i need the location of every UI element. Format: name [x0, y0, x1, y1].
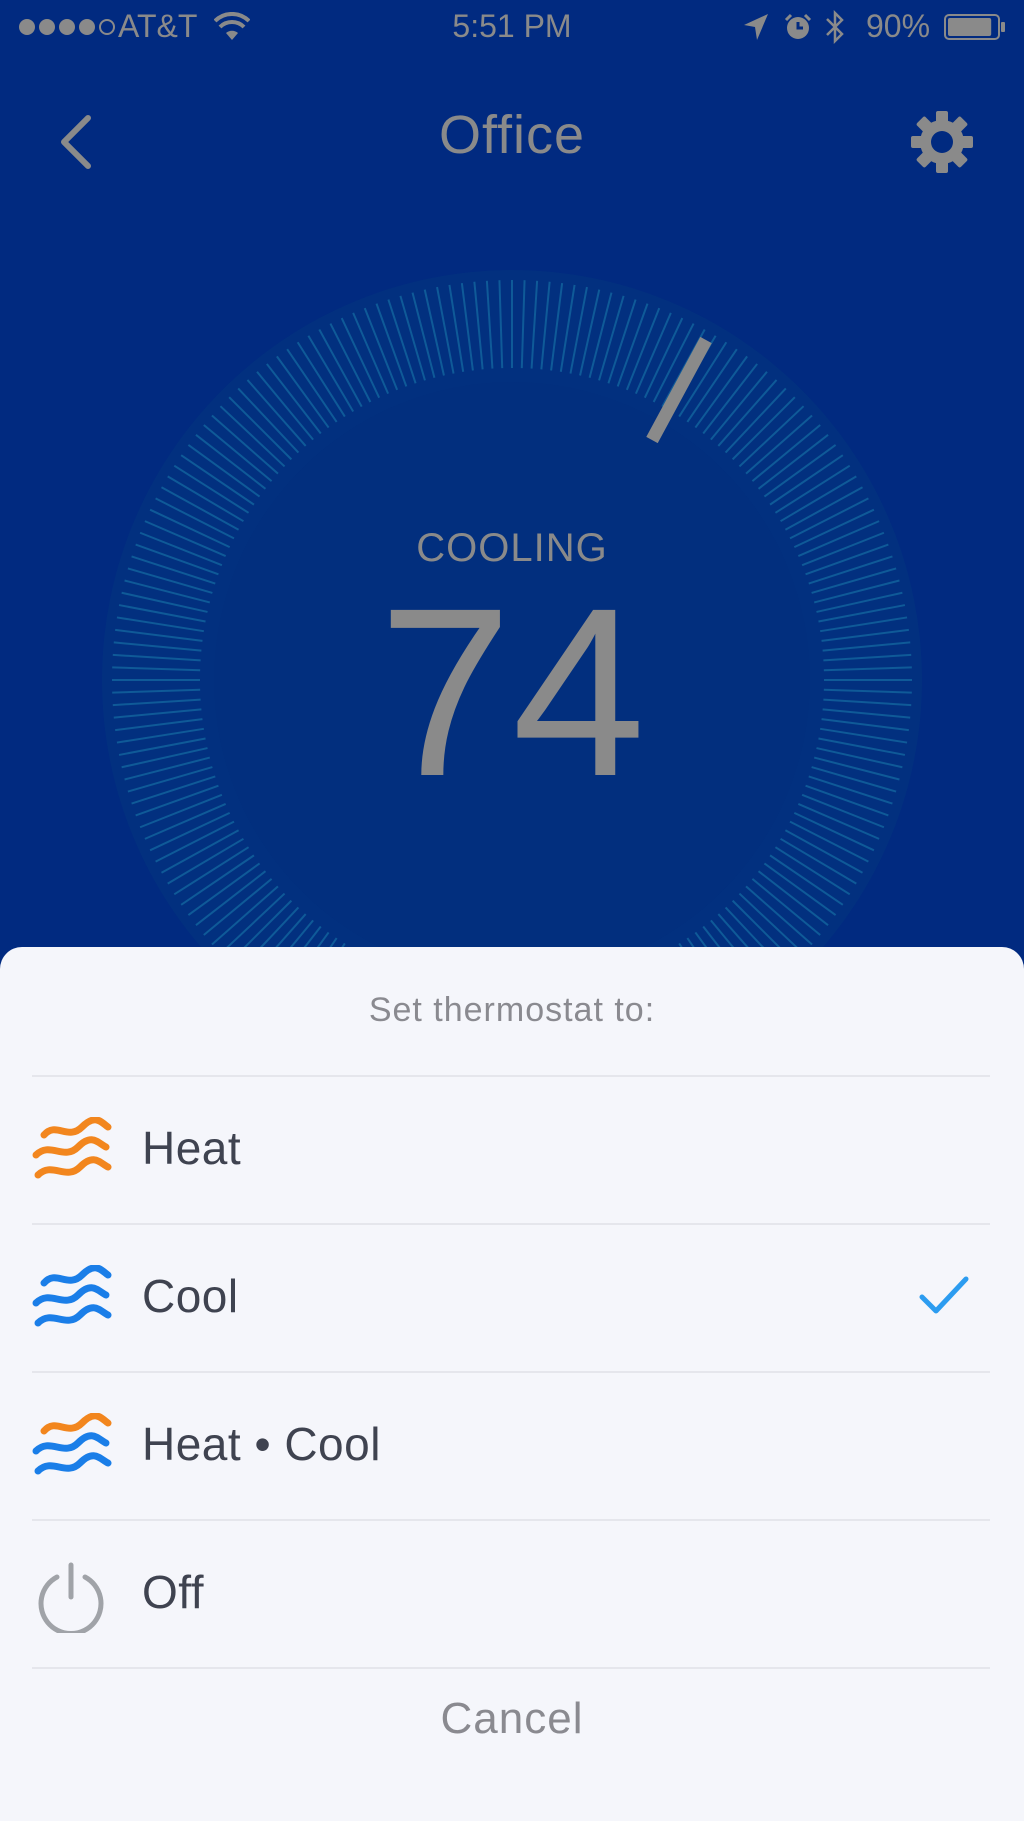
cool-waves-icon: [32, 1265, 112, 1327]
battery-icon: [944, 14, 1005, 40]
current-temperature: 74: [378, 558, 646, 826]
option-label: Heat: [142, 1122, 242, 1174]
option-label: Off: [142, 1566, 205, 1618]
option-cool[interactable]: Cool: [0, 1225, 1024, 1371]
sheet-title: Set thermostat to:: [368, 991, 656, 1029]
alarm-clock-icon: [784, 13, 812, 39]
battery-percentage: 90%: [866, 8, 931, 44]
power-icon: [38, 1562, 104, 1633]
heat-cool-waves-icon: [32, 1413, 112, 1475]
option-label: Heat • Cool: [142, 1418, 381, 1470]
status-bar: AT&T 5:51 PM 90%: [0, 0, 1024, 56]
option-heat-cool[interactable]: Heat • Cool: [0, 1373, 1024, 1519]
cancel-button[interactable]: Cancel: [0, 1669, 1024, 1775]
gear-icon[interactable]: [908, 108, 976, 176]
heat-waves-icon: [32, 1117, 112, 1179]
option-off[interactable]: Off: [0, 1521, 1024, 1667]
option-heat[interactable]: Heat: [0, 1077, 1024, 1223]
bluetooth-icon: [826, 10, 844, 44]
thermostat-screen: COOLING 74 AT&T 5:51 PM 90% Office Set t…: [0, 0, 1024, 1821]
mode-action-sheet: Set thermostat to: Heat Cool Heat • Cool…: [0, 947, 1024, 1821]
location-arrow-icon: [744, 14, 768, 40]
room-title: Office: [438, 105, 586, 165]
option-label: Cool: [142, 1270, 239, 1322]
checkmark-icon: [919, 1276, 969, 1314]
